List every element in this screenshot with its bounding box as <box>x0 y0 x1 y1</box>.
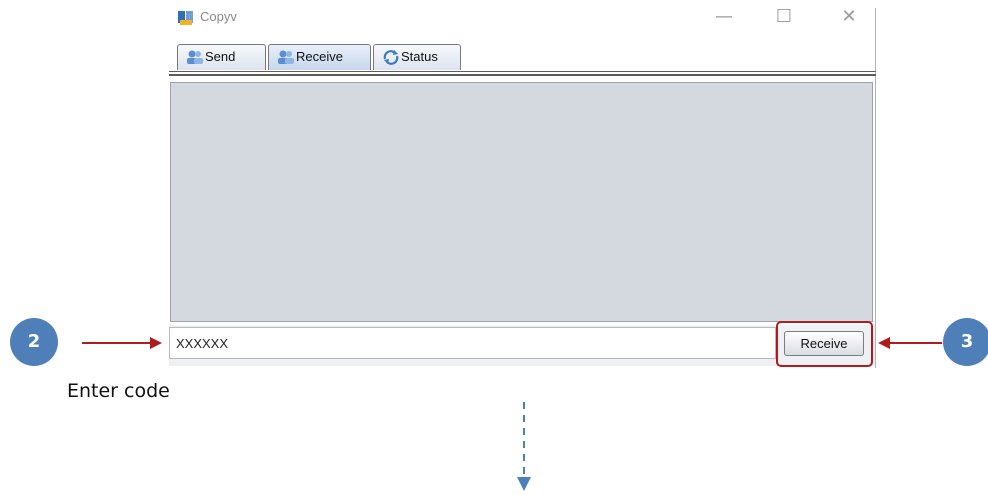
dashed-flow-arrow <box>517 402 531 491</box>
arrow-to-receive-button <box>878 337 942 349</box>
enter-code-caption: Enter code <box>67 380 170 402</box>
step-2-badge: 2 <box>10 318 58 366</box>
arrow-to-code-input <box>82 337 162 349</box>
step-3-badge: 3 <box>943 318 988 366</box>
annotation-arrows <box>82 337 942 491</box>
